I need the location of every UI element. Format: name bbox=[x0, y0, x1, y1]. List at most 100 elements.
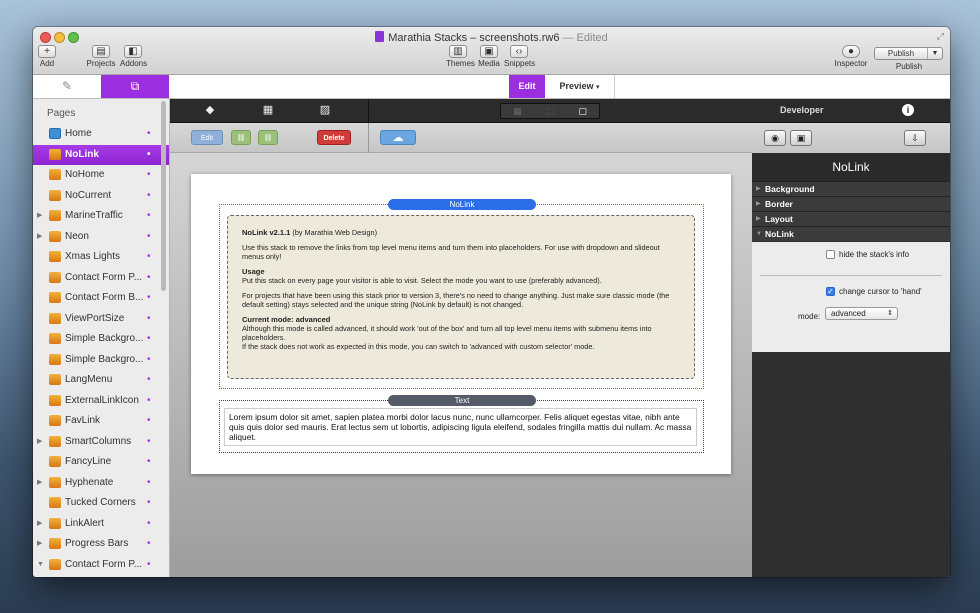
sidebar-page-item[interactable]: NoHome • bbox=[33, 165, 169, 186]
sidebar-page-item[interactable]: ViewPortSize • bbox=[33, 309, 169, 330]
page-label: FavLink bbox=[65, 415, 101, 426]
stepper-icon: ⇕ bbox=[887, 310, 893, 317]
snippets-button[interactable]: ‹› Snippets bbox=[504, 45, 535, 68]
sidebar-page-item[interactable]: LangMenu • bbox=[33, 370, 169, 391]
view-outline-icon[interactable]: ⬚ bbox=[534, 104, 567, 118]
sidebar-page-item[interactable]: Home • bbox=[33, 124, 169, 145]
section-layout[interactable]: ▶ Layout bbox=[752, 211, 950, 226]
eye-icon[interactable]: ◉ bbox=[764, 130, 786, 146]
link-icon[interactable]: ⛓ bbox=[231, 130, 251, 145]
page-label: LinkAlert bbox=[65, 517, 104, 529]
sidebar-page-item[interactable]: FancyLine • bbox=[33, 452, 169, 473]
page-label: Simple Backgro... bbox=[65, 333, 144, 344]
publish-dropdown-button[interactable]: Publish ▼ bbox=[874, 47, 943, 60]
layout-icon[interactable]: ▦ bbox=[262, 104, 274, 116]
projects-button[interactable]: ▤ Projects bbox=[86, 45, 116, 68]
disclosure-right-icon[interactable]: ▶ bbox=[37, 534, 42, 555]
page-label: FancyLine bbox=[65, 456, 112, 467]
hide-info-checkbox[interactable]: hide the stack's info bbox=[826, 250, 909, 259]
disclosure-right-icon: ▶ bbox=[756, 201, 761, 207]
delete-button[interactable]: Delete bbox=[317, 130, 351, 145]
sidebar-page-item[interactable]: ▶ Hyphenate • bbox=[33, 473, 169, 494]
lorem-text[interactable]: Lorem ipsum dolor sit amet, sapien plate… bbox=[224, 408, 697, 446]
edit-mode-button[interactable]: Edit bbox=[509, 75, 545, 98]
disclosure-right-icon[interactable]: ▶ bbox=[37, 206, 42, 227]
mode-select[interactable]: advanced ⇕ bbox=[825, 307, 898, 320]
section-border[interactable]: ▶ Border bbox=[752, 196, 950, 211]
sidebar-page-item[interactable]: Xmas Lights • bbox=[33, 247, 169, 268]
info-heading: NoLink v2.1.1 bbox=[242, 228, 291, 237]
page-status-dot-icon: • bbox=[147, 538, 151, 549]
view-toggle[interactable]: ▦ ⬚ ▢ bbox=[500, 103, 600, 119]
cursor-hand-checkbox[interactable]: ✓ change cursor to 'hand' bbox=[826, 287, 922, 296]
view-box-icon[interactable]: ▢ bbox=[566, 104, 599, 118]
export-icon[interactable]: ⇩ bbox=[904, 130, 926, 146]
disclosure-down-icon[interactable]: ▼ bbox=[37, 555, 44, 576]
media-button[interactable]: ▣ Media bbox=[478, 45, 500, 68]
disclosure-right-icon[interactable]: ▶ bbox=[37, 473, 42, 494]
sidebar-page-item[interactable]: Simple Backgro... • bbox=[33, 350, 169, 371]
divider bbox=[368, 123, 369, 153]
page-icon bbox=[49, 517, 61, 529]
page-status-dot-icon: • bbox=[147, 456, 151, 467]
disclosure-down-icon: ▼ bbox=[756, 231, 762, 237]
view-grid-icon[interactable]: ▦ bbox=[501, 104, 534, 118]
sidebar-page-item[interactable]: ▶ MarineTraffic • bbox=[33, 206, 169, 227]
stack-icon[interactable]: ◆ bbox=[204, 104, 216, 116]
preview-mode-button[interactable]: Preview ▾ bbox=[545, 75, 615, 98]
info-icon[interactable]: i bbox=[902, 104, 914, 116]
page-icon bbox=[49, 271, 61, 283]
editor-area: ◆ ▦ ▨ ▦ ⬚ ▢ Edit ⛓ ⛓ Delete ☁ NoLink NoL… bbox=[170, 99, 752, 577]
page-label: ViewPortSize bbox=[65, 312, 125, 324]
themes-button[interactable]: ▥ Themes bbox=[446, 45, 475, 68]
settings-tab[interactable]: ✎ bbox=[33, 75, 101, 98]
home-icon bbox=[49, 128, 61, 139]
sidebar-page-item[interactable]: ExternalLinkIcon • bbox=[33, 391, 169, 412]
disclosure-right-icon[interactable]: ▶ bbox=[37, 432, 42, 453]
sidebar-page-item[interactable]: ▼ Contact Form P... • bbox=[33, 555, 169, 576]
add-button[interactable]: + Add bbox=[38, 45, 56, 68]
checkbox-icon bbox=[826, 250, 835, 259]
inspector-panel: Developer i ◉ ▣ ⇩ NoLink ▶ Background ▶ Bo… bbox=[752, 99, 950, 577]
sidebar-page-item[interactable]: Contact Form P... • bbox=[33, 268, 169, 289]
lock-icon[interactable]: ▣ bbox=[790, 130, 812, 146]
sidebar-page-item[interactable]: NoCurrent • bbox=[33, 186, 169, 207]
cloud-icon[interactable]: ☁ bbox=[380, 130, 416, 145]
nolink-settings: hide the stack's info ✓ change cursor to … bbox=[752, 242, 950, 352]
developer-tab[interactable]: Developer bbox=[780, 105, 824, 115]
sidebar-scrollbar[interactable] bbox=[161, 101, 166, 291]
sidebar-page-item[interactable]: Simple Backgro... • bbox=[33, 329, 169, 350]
section-background[interactable]: ▶ Background bbox=[752, 181, 950, 196]
document-icon bbox=[375, 31, 385, 42]
pages-tab[interactable]: ⧉ bbox=[101, 75, 169, 98]
page-label: Contact Form P... bbox=[65, 271, 143, 283]
nolink-stack[interactable]: NoLink NoLink v2.1.1 (by Marathia Web De… bbox=[219, 199, 704, 389]
media-icon: ▣ bbox=[480, 45, 498, 58]
fullscreen-icon[interactable]: ⤢ bbox=[937, 31, 944, 42]
section-nolink[interactable]: ▼ NoLink bbox=[752, 226, 950, 241]
disclosure-right-icon[interactable]: ▶ bbox=[37, 227, 42, 248]
page-label: NoCurrent bbox=[65, 189, 112, 201]
sidebar-page-item[interactable]: Contact Form B... • bbox=[33, 288, 169, 309]
disclosure-right-icon[interactable]: ▶ bbox=[37, 514, 42, 535]
image-icon[interactable]: ▨ bbox=[319, 104, 331, 116]
sidebar-page-item[interactable]: Tucked Corners • bbox=[33, 493, 169, 514]
sidebar-page-item[interactable]: FavLink • bbox=[33, 411, 169, 432]
inspector-button[interactable]: ● Inspector bbox=[833, 45, 869, 68]
publish-button-label: Publish bbox=[875, 48, 928, 59]
sidebar-page-item[interactable]: ▶ Neon • bbox=[33, 227, 169, 248]
page-label: Xmas Lights bbox=[65, 251, 121, 262]
page-label: Contact Form B... bbox=[65, 292, 144, 303]
sidebar-page-item[interactable]: ▶ Progress Bars • bbox=[33, 534, 169, 555]
page-status-dot-icon: • bbox=[147, 558, 151, 570]
sidebar-page-item[interactable]: NoLink • bbox=[33, 144, 169, 165]
unlink-icon[interactable]: ⛓ bbox=[258, 130, 278, 145]
inspector-icon: ● bbox=[842, 45, 860, 58]
sidebar-page-item[interactable]: ▶ SmartColumns • bbox=[33, 432, 169, 453]
text-stack[interactable]: Text Lorem ipsum dolor sit amet, sapien … bbox=[219, 395, 704, 453]
page-icon bbox=[49, 394, 61, 406]
addons-button[interactable]: ◧ Addons bbox=[120, 45, 147, 68]
sidebar-page-item[interactable]: ▶ LinkAlert • bbox=[33, 514, 169, 535]
edit-stack-button[interactable]: Edit bbox=[191, 130, 223, 145]
stack-info-box: NoLink v2.1.1 (by Marathia Web Design) U… bbox=[227, 215, 695, 379]
